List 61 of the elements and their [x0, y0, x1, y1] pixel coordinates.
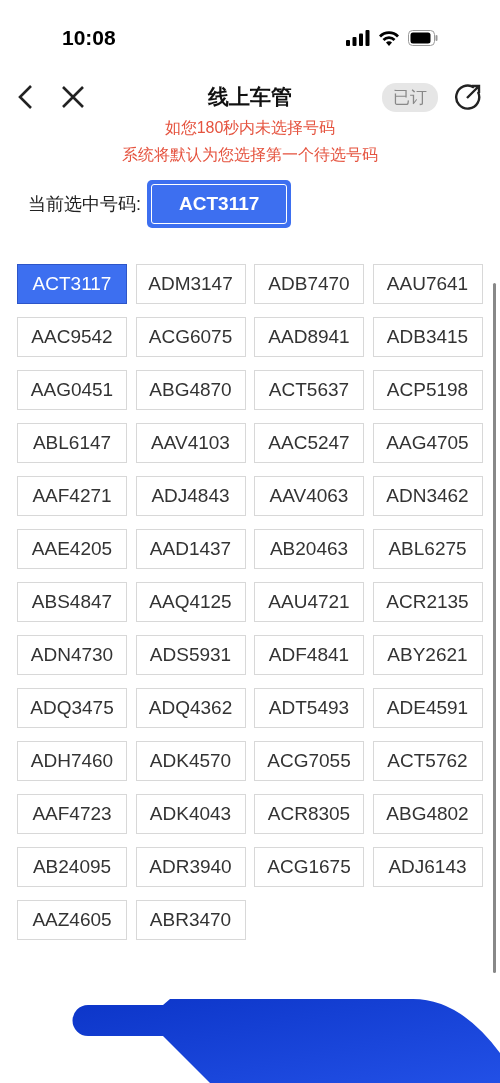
plate-option[interactable]: ACP5198: [372, 370, 483, 410]
plate-option[interactable]: AB20463: [254, 529, 364, 569]
close-icon[interactable]: [60, 84, 86, 110]
plate-option[interactable]: AAC9542: [17, 317, 127, 357]
plate-option[interactable]: ACG1675: [254, 847, 364, 887]
plate-option[interactable]: ACT5762: [372, 741, 483, 781]
plate-option[interactable]: ABG4870: [135, 370, 246, 410]
plate-option[interactable]: AAC5247: [254, 423, 364, 463]
plate-option[interactable]: AAG0451: [17, 370, 127, 410]
plate-option[interactable]: ADS5931: [135, 635, 246, 675]
signal-icon: [346, 30, 370, 46]
plate-option[interactable]: ABG4802: [372, 794, 483, 834]
plate-option[interactable]: ADB7470: [254, 264, 364, 304]
plate-option[interactable]: ADB3415: [372, 317, 483, 357]
current-number-label: 当前选中号码:: [28, 193, 141, 216]
plate-option[interactable]: ADK4570: [135, 741, 246, 781]
plate-option[interactable]: ADN4730: [17, 635, 127, 675]
battery-icon: [408, 30, 438, 46]
current-number-badge: ACT3117: [147, 180, 292, 228]
plate-option[interactable]: ACT3117: [17, 264, 127, 304]
plate-option[interactable]: ACG6075: [135, 317, 246, 357]
plate-option[interactable]: AAE4205: [17, 529, 127, 569]
notice-text: 系统将默认为您选择第一个待选号码: [122, 145, 378, 165]
plate-option[interactable]: AAZ4605: [17, 900, 127, 940]
plate-option[interactable]: ADQ3475: [17, 688, 127, 728]
plate-option[interactable]: AAU7641: [372, 264, 483, 304]
share-icon[interactable]: [454, 83, 482, 111]
plate-option[interactable]: ADR3940: [135, 847, 246, 887]
plate-option[interactable]: ABY2621: [372, 635, 483, 675]
plate-option[interactable]: AAV4063: [254, 476, 364, 516]
plate-option[interactable]: ABL6147: [17, 423, 127, 463]
plate-option[interactable]: ADN3462: [372, 476, 483, 516]
plate-option[interactable]: ADF4841: [254, 635, 364, 675]
plate-option[interactable]: ABL6275: [372, 529, 483, 569]
plate-option[interactable]: ACR2135: [372, 582, 483, 622]
plate-option[interactable]: ADT5493: [254, 688, 364, 728]
plate-option[interactable]: AAD1437: [135, 529, 246, 569]
notice-text: 如您180秒内未选择号码: [164, 118, 336, 138]
plate-option[interactable]: AAF4723: [17, 794, 127, 834]
plate-option[interactable]: AAF4271: [17, 476, 127, 516]
plate-option[interactable]: ACT5637: [254, 370, 364, 410]
plate-option[interactable]: AAG4705: [372, 423, 483, 463]
plate-option[interactable]: AAU4721: [254, 582, 364, 622]
plate-option[interactable]: ABR3470: [135, 900, 246, 940]
plate-option[interactable]: AB24095: [17, 847, 127, 887]
plate-option[interactable]: ADE4591: [372, 688, 483, 728]
page-title: 线上车管: [207, 84, 293, 110]
plate-option[interactable]: ACR8305: [254, 794, 364, 834]
plate-option[interactable]: ACG7055: [254, 741, 364, 781]
plate-option[interactable]: ADJ6143: [372, 847, 483, 887]
plate-option[interactable]: ADH7460: [17, 741, 127, 781]
plate-option[interactable]: AAD8941: [254, 317, 364, 357]
plate-option[interactable]: ADJ4843: [135, 476, 246, 516]
plate-option[interactable]: ADM3147: [135, 264, 246, 304]
wifi-icon: [378, 30, 400, 46]
plate-option[interactable]: ADQ4362: [135, 688, 246, 728]
plate-option[interactable]: AAV4103: [135, 423, 246, 463]
plate-option[interactable]: ABS4847: [17, 582, 127, 622]
plate-option[interactable]: AAQ4125: [135, 582, 246, 622]
status-time: 10:08: [62, 26, 116, 50]
plate-option[interactable]: ADK4043: [135, 794, 246, 834]
